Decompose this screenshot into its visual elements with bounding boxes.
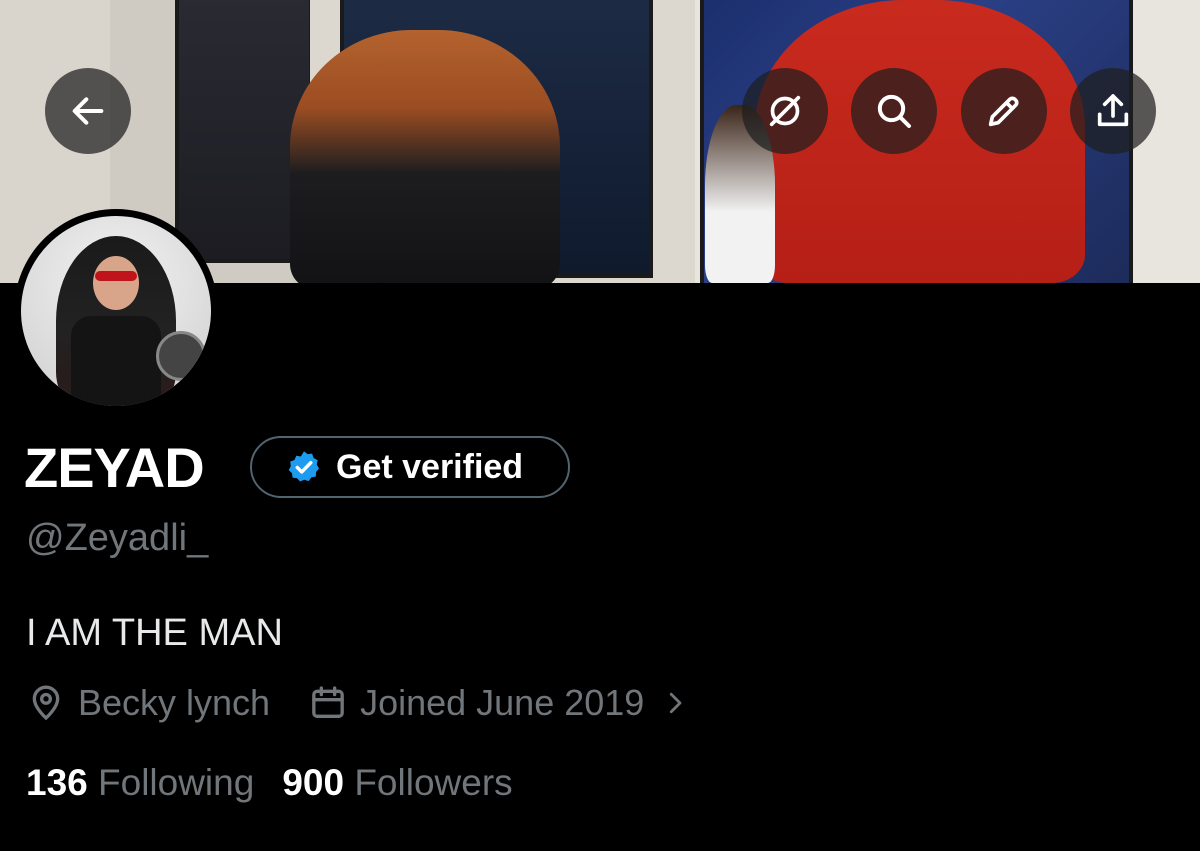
get-verified-button[interactable]: Get verified (250, 436, 570, 498)
avatar[interactable] (14, 209, 218, 413)
following-label: Following (98, 762, 255, 803)
search-icon (877, 94, 911, 128)
followers-count: 900 (282, 762, 345, 803)
share-icon (1097, 94, 1129, 127)
location-pin-icon (32, 685, 60, 721)
following-count: 136 (26, 762, 88, 803)
calendar-icon (312, 686, 344, 718)
profile-bio: I AM THE MAN (26, 612, 283, 654)
search-button[interactable] (851, 68, 937, 154)
location-item: Becky lynch (26, 682, 270, 724)
banner-person (290, 30, 560, 283)
location-text: Becky lynch (78, 682, 271, 723)
get-verified-label: Get verified (336, 447, 524, 486)
verified-badge-icon (288, 451, 319, 482)
profile-name: ZEYAD (24, 436, 205, 499)
profile-stats: 136 Following 900 Followers (26, 762, 513, 804)
profile-meta: Becky lynch Joined June 2019 (26, 682, 728, 724)
joined-item[interactable]: Joined June 2019 (308, 682, 690, 724)
grok-button[interactable] (742, 68, 828, 154)
chevron-right-icon (670, 692, 682, 714)
grok-icon (769, 95, 801, 127)
back-button[interactable] (45, 68, 131, 154)
profile-handle: @Zeyadli_ (26, 517, 209, 559)
avatar-image (21, 216, 211, 406)
share-button[interactable] (1070, 68, 1156, 154)
edit-icon (988, 96, 1019, 127)
joined-text: Joined June 2019 (360, 682, 645, 723)
followers-label: Followers (354, 762, 513, 803)
edit-button[interactable] (961, 68, 1047, 154)
following-link[interactable]: 136 Following (26, 762, 254, 804)
arrow-left-icon (72, 97, 104, 125)
followers-link[interactable]: 900 Followers (282, 762, 512, 804)
